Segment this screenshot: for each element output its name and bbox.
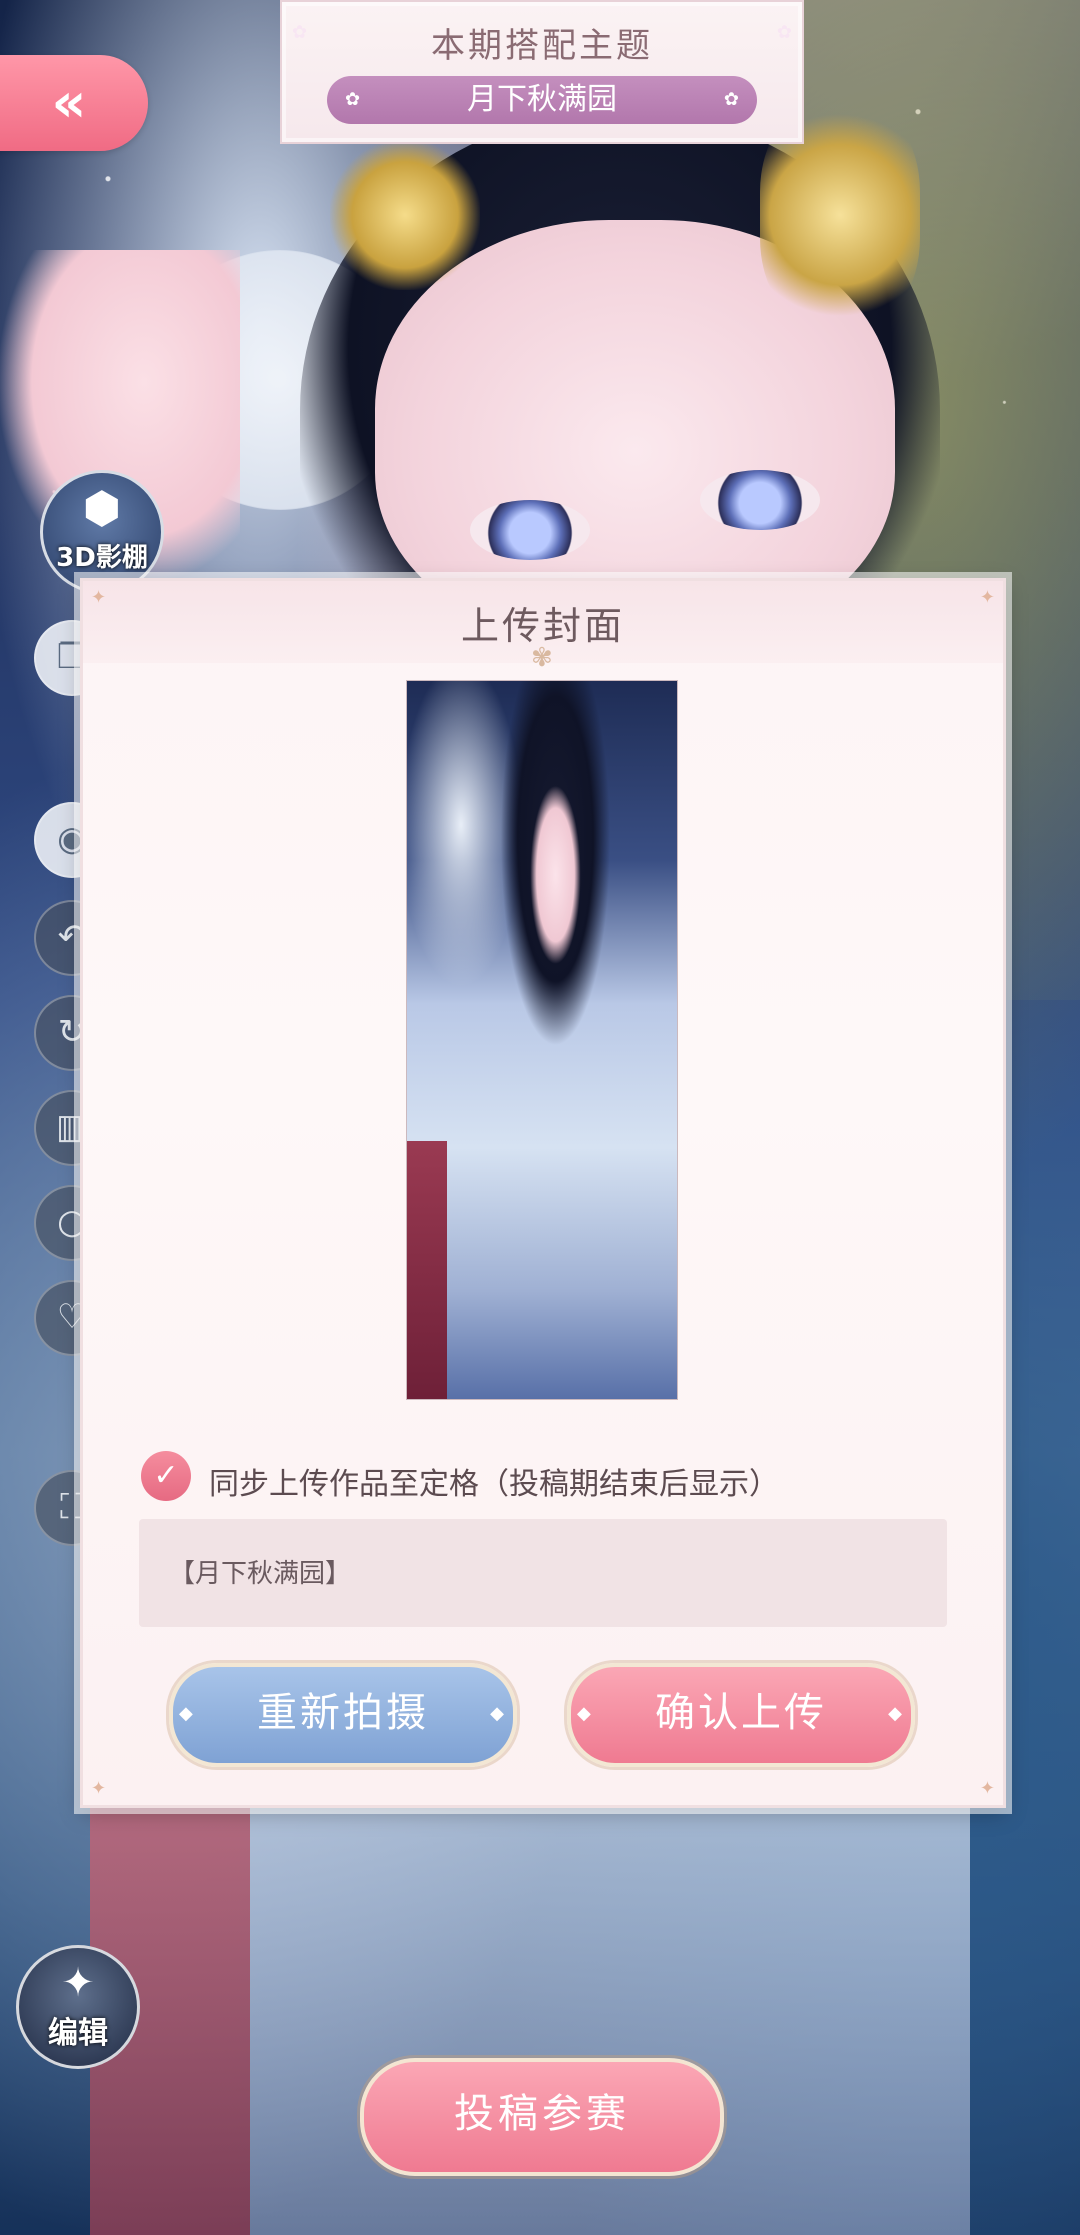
edit-label: 编辑 xyxy=(48,2016,108,2051)
game-scene: ✿ ✿ 本期搭配主题 ✿ 月下秋满园 ✿ « ⬢ 3D影棚 ❐ ◉ ↶ ↻ ▥ … xyxy=(0,0,1080,2235)
sync-checkbox-label: 同步上传作品至定格（投稿期结束后显示） xyxy=(209,1467,779,1502)
character-right-eye xyxy=(700,470,820,530)
upload-cover-dialog: 上传封面 ✾ ✦ ✦ ✦ ✦ ✓ 同步上传作品至定格（投稿期结束后显示） 【月下… xyxy=(80,578,1006,1808)
flower-icon: ✿ xyxy=(345,89,361,110)
submit-entry-button[interactable]: 投稿参赛 xyxy=(360,2058,724,2176)
retake-label: 重新拍摄 xyxy=(257,1690,429,1736)
corner-ornament-icon: ✦ xyxy=(979,1778,995,1799)
3d-studio-label: 3D影棚 xyxy=(56,543,148,573)
corner-ornament-icon: ✦ xyxy=(91,1778,107,1799)
character-left-eye xyxy=(470,500,590,560)
gem-ornament-icon: ◆ xyxy=(888,1703,905,1724)
gem-ornament-icon: ◆ xyxy=(179,1703,196,1724)
3d-studio-button[interactable]: ⬢ 3D影棚 xyxy=(40,470,164,594)
back-button[interactable]: « xyxy=(0,55,148,151)
theme-name: 月下秋满园 xyxy=(467,82,617,117)
work-name-input[interactable]: 【月下秋满园】 xyxy=(139,1519,947,1627)
theme-banner: ✿ ✿ 本期搭配主题 ✿ 月下秋满园 ✿ xyxy=(280,0,804,144)
corner-ornament-icon: ✦ xyxy=(979,587,995,608)
cover-red-sash xyxy=(407,1141,447,1399)
gem-ornament-icon: ◆ xyxy=(490,1703,507,1724)
edit-button[interactable]: ✦ 编辑 xyxy=(16,1945,140,2069)
work-name-value: 【月下秋满园】 xyxy=(169,1559,352,1589)
checkmark-icon: ✓ xyxy=(153,1458,179,1493)
flower-ornament-icon: ✾ xyxy=(531,643,553,673)
corner-ornament-icon: ✦ xyxy=(91,587,107,608)
theme-name-pill: ✿ 月下秋满园 ✿ xyxy=(327,76,757,124)
retake-button[interactable]: ◆ 重新拍摄 ◆ xyxy=(169,1663,517,1767)
theme-title: 本期搭配主题 xyxy=(431,26,653,66)
sync-checkbox[interactable]: ✓ xyxy=(141,1451,191,1501)
dialog-title: 上传封面 xyxy=(460,604,625,648)
gem-ornament-icon: ◆ xyxy=(577,1703,594,1724)
confirm-label: 确认上传 xyxy=(655,1690,827,1736)
cube-icon: ⬢ xyxy=(82,483,122,534)
magic-wand-icon: ✦ xyxy=(61,1960,95,2006)
confirm-upload-button[interactable]: ◆ 确认上传 ◆ xyxy=(567,1663,915,1767)
butterfly-hairpin xyxy=(330,140,480,290)
cover-preview-image xyxy=(406,680,678,1400)
double-chevron-left-icon: « xyxy=(51,71,87,134)
flower-icon: ✿ xyxy=(723,89,739,110)
